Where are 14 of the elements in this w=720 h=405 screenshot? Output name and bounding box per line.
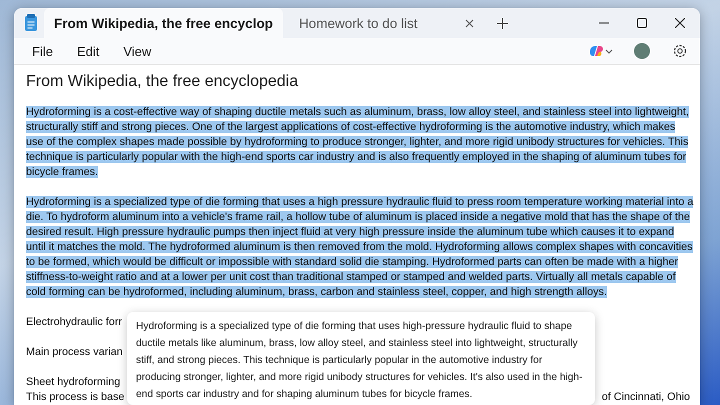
menu-item[interactable]: File <box>22 42 63 60</box>
text-line: Main process varian <box>26 345 123 360</box>
document-tab[interactable]: From Wikipedia, the free encyclop <box>44 8 283 38</box>
text-line: Electrohydraulic forr <box>26 315 122 330</box>
text-line: Sheet hydroforming <box>26 375 120 390</box>
summary-popup: Hydroforming is a specialized type of die forming that uses high-pressure hydraulic fluid to shape ductile metals like aluminum, brass, low alloy steel, and stainless steel into lightweight, structurally stiff, and strong pieces. This technique is particularly popular in the automotive industry for producing stronger, lighter, and more rigid unibody structures for vehicles. It's also used in the high-end sports car industry and for shaping aluminum tubes for bicycle frames. <box>127 312 595 405</box>
menu-item[interactable]: View <box>113 42 162 60</box>
text-line: This process is base <box>26 390 124 405</box>
menu-item[interactable]: Edit <box>66 42 110 60</box>
text-line: of Cincinnati, Ohio <box>602 390 690 405</box>
paragraph: Hydroforming is a specialized type of die forming that uses a high pressure hydraulic fluid to press room temperature working material into a die. To hydroform aluminum into a vehicle's frame rail, a hollow tube of aluminum is placed inside a negative mold that has the shape of the desired result. High pressure hydraulic pumps then inject fluid at very high pressure inside the aluminum tube which causes it to expand until it matches the mold. The hydroformed aluminum is then removed from the mold. Hydroforming allows complex shapes with concavities to be formed, which would be difficult or impossible with standard solid die stamping. Hydroformed parts can often be made with a higher stiffness-to-weight ratio and at a lower per unit cost than traditional stamped or stamped and welded parts. Virtually all metals capable of cold forming can be hydroformed, including aluminum, brass, carbon and stainless steel, copper, and high strength alloys. <box>26 195 694 300</box>
document-heading: From Wikipedia, the free encyclopedia <box>26 72 300 92</box>
paragraph: Hydroforming is a cost-effective way of shaping ductile metals such as aluminum, brass, low alloy steel, and stainless steel into lightweight, structurally stiff and strong pieces. One of the largest applications of cost-effective hydroforming is the automotive industry, which makes use of the complex shapes made possible by hydroforming to produce stronger, lighter, and more rigid unibody structures for vehicles. This technique is particularly popular with the high-end sports car industry and is also frequently employed in the shaping of aluminum tubes for bicycle frames. <box>26 105 690 180</box>
document-tab[interactable]: Homework to do list <box>288 8 484 38</box>
